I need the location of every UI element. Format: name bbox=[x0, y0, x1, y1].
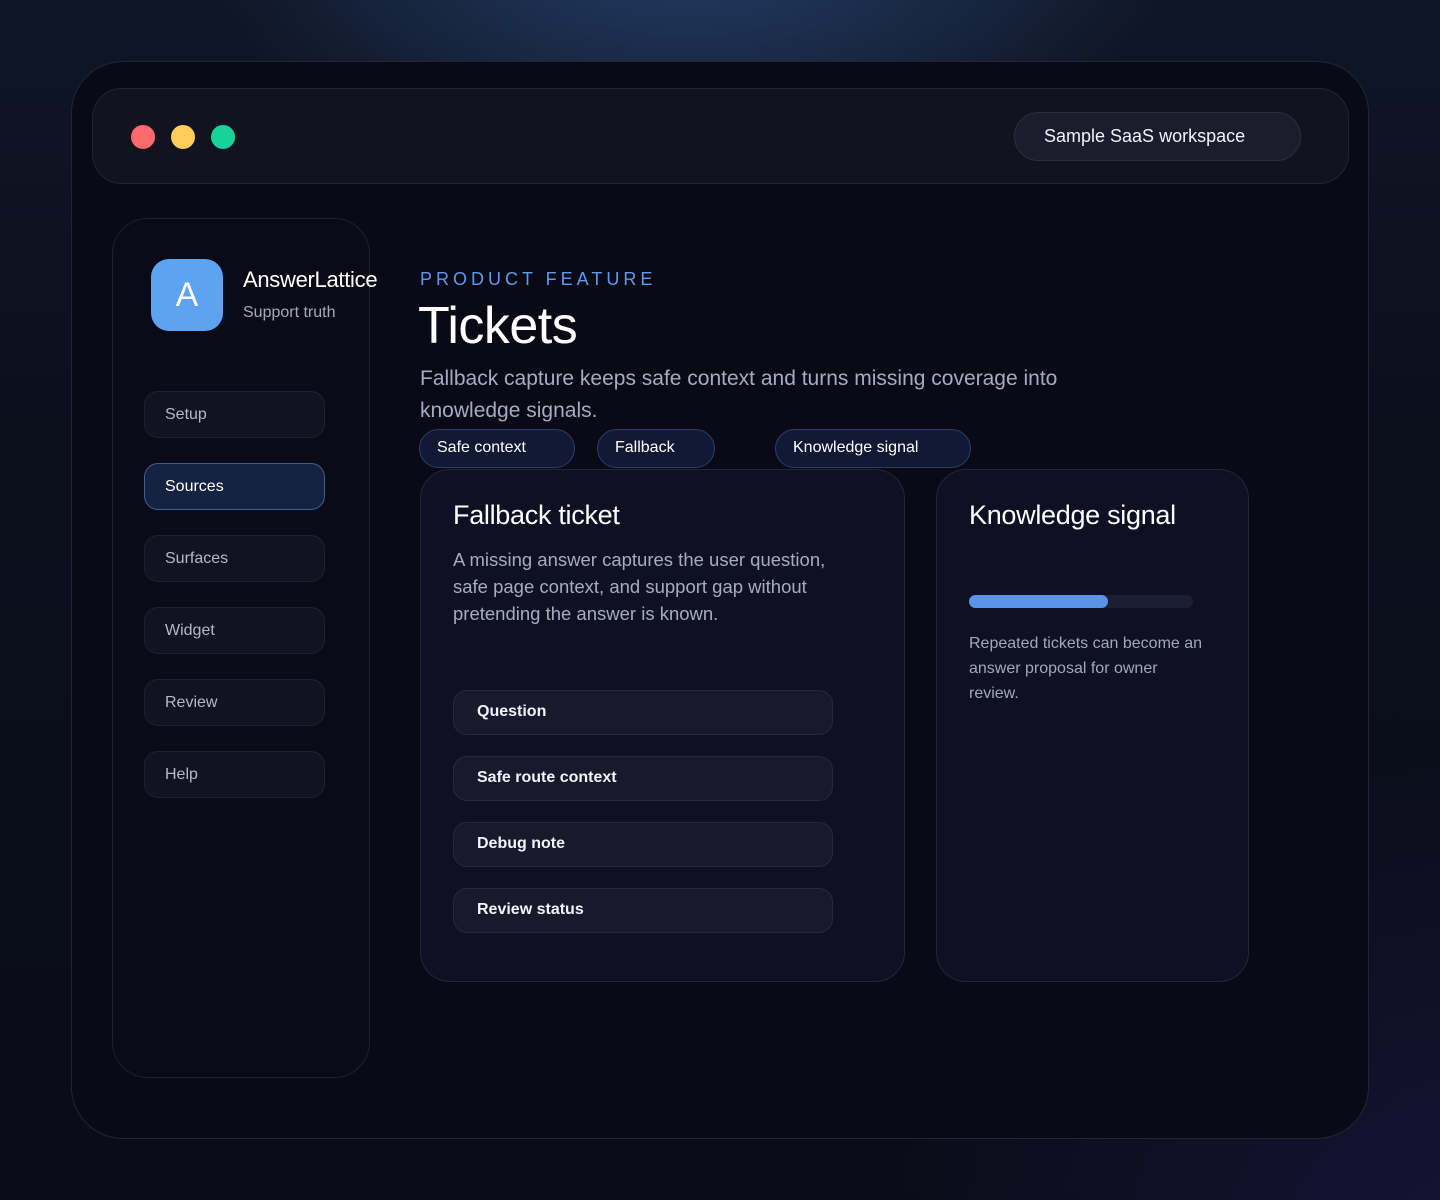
brand-tagline: Support truth bbox=[243, 304, 336, 321]
field-debug-note[interactable]: Debug note bbox=[453, 822, 833, 867]
minimize-window-button[interactable] bbox=[171, 125, 195, 149]
page-eyebrow: PRODUCT FEATURE bbox=[420, 269, 657, 289]
signal-card-description: Repeated tickets can become an answer pr… bbox=[969, 635, 1203, 702]
title-bar: Sample SaaS workspace bbox=[92, 88, 1349, 184]
sidebar-item-widget[interactable]: Widget bbox=[144, 607, 325, 654]
close-window-button[interactable] bbox=[131, 125, 155, 149]
page-title: Tickets bbox=[418, 297, 578, 355]
fallback-card-title: Fallback ticket bbox=[453, 500, 620, 530]
sidebar-item-help[interactable]: Help bbox=[144, 751, 325, 798]
brand-logo: A bbox=[151, 259, 223, 331]
workspace-selector[interactable]: Sample SaaS workspace bbox=[1014, 112, 1301, 161]
brand-name: AnswerLattice bbox=[243, 267, 378, 292]
chip-safe-context[interactable]: Safe context bbox=[419, 429, 575, 468]
page-description: Fallback capture keeps safe context and … bbox=[420, 367, 1058, 422]
sidebar-item-review[interactable]: Review bbox=[144, 679, 325, 726]
sidebar-item-surfaces[interactable]: Surfaces bbox=[144, 535, 325, 582]
signal-progress-fill bbox=[969, 595, 1108, 608]
sidebar-item-setup[interactable]: Setup bbox=[144, 391, 325, 438]
field-review-status[interactable]: Review status bbox=[453, 888, 833, 933]
fallback-card-description: A missing answer captures the user quest… bbox=[453, 549, 826, 624]
chip-knowledge-signal[interactable]: Knowledge signal bbox=[775, 429, 971, 468]
signal-progress-track bbox=[969, 595, 1193, 608]
knowledge-signal-card: Knowledge signal Repeated tickets can be… bbox=[936, 469, 1249, 982]
chip-fallback[interactable]: Fallback bbox=[597, 429, 715, 468]
sidebar: A AnswerLattice Support truth Setup Sour… bbox=[112, 218, 378, 1078]
sidebar-item-sources[interactable]: Sources bbox=[144, 463, 325, 510]
field-safe-route-context[interactable]: Safe route context bbox=[453, 756, 833, 801]
maximize-window-button[interactable] bbox=[211, 125, 235, 149]
fallback-ticket-card: Fallback ticket A missing answer capture… bbox=[420, 469, 905, 982]
signal-card-title: Knowledge signal bbox=[969, 500, 1176, 530]
field-question[interactable]: Question bbox=[453, 690, 833, 735]
